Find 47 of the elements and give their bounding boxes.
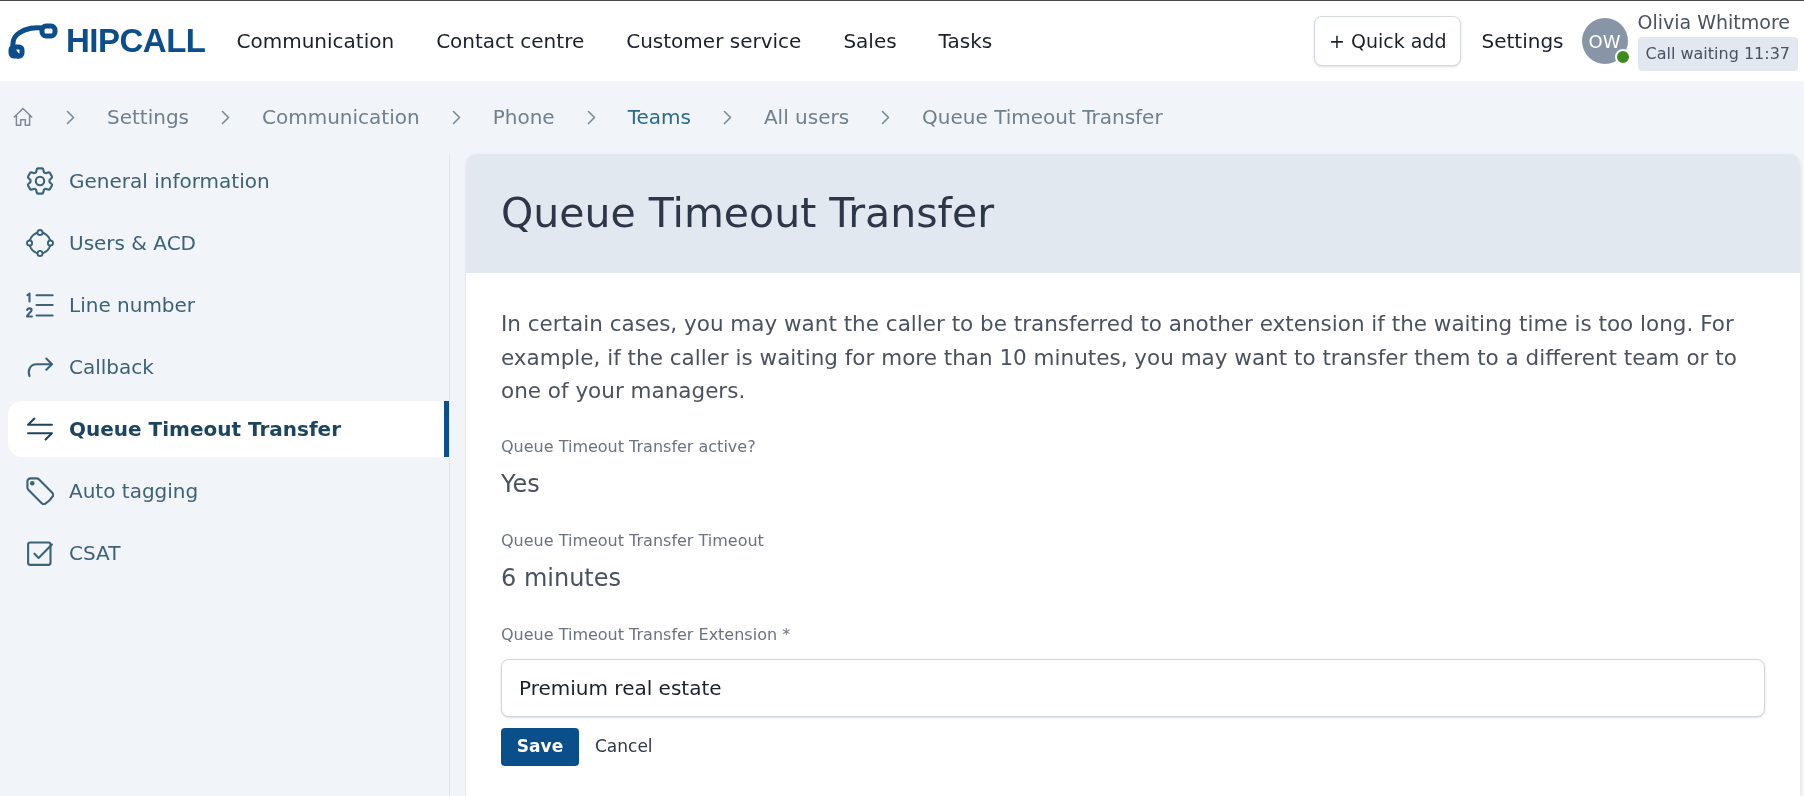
chevron-right-icon bbox=[586, 109, 596, 125]
field-value: Yes bbox=[501, 468, 541, 499]
chevron-right-icon bbox=[881, 109, 891, 125]
user-name: Olivia Whitmore bbox=[1637, 11, 1790, 33]
nav-link[interactable]: Contact centre bbox=[415, 20, 606, 62]
text-input[interactable]: Premium real estate bbox=[501, 658, 1765, 717]
settings-link[interactable]: Settings bbox=[1481, 26, 1564, 56]
chevron-right-icon bbox=[221, 109, 231, 125]
nav-link[interactable]: Sales bbox=[822, 20, 918, 62]
sidebar-item[interactable]: Auto tagging bbox=[8, 463, 449, 519]
field-label: Queue Timeout Transfer Timeout bbox=[501, 531, 765, 550]
sidebar-item[interactable]: Queue Timeout Transfer bbox=[8, 401, 449, 457]
quick-add-button[interactable]: + Quick add bbox=[1313, 16, 1462, 66]
chevron-right-icon bbox=[66, 109, 75, 125]
sidebar-item[interactable]: Line number bbox=[8, 277, 449, 333]
cancel-button[interactable]: Cancel bbox=[595, 733, 653, 760]
breadcrumb-link[interactable]: Queue Timeout Transfer bbox=[922, 102, 1163, 132]
description-text: In certain cases, you may want the caller to be transferred to another extension if the waiting time is too long. For example, if the caller is waiting for more than 10 minutes, you may want to transfer them to a different team or to one of your managers. bbox=[501, 310, 1738, 405]
swap-arrows-icon bbox=[26, 415, 54, 443]
sidebar-item[interactable]: Users & ACD bbox=[8, 215, 449, 271]
nav-link[interactable]: Communication bbox=[215, 20, 416, 62]
field-label: Queue Timeout Transfer active? bbox=[501, 437, 757, 456]
sidebar-item[interactable]: Callback bbox=[8, 339, 449, 395]
breadcrumb-link[interactable]: Communication bbox=[262, 102, 420, 132]
home-icon[interactable] bbox=[12, 106, 34, 128]
checked-square-icon bbox=[26, 539, 54, 567]
tag-icon bbox=[26, 477, 54, 505]
brand-name: HIPCALL bbox=[66, 21, 206, 62]
chevron-right-icon bbox=[722, 109, 732, 125]
save-button[interactable]: Save bbox=[501, 727, 579, 766]
page-title: Queue Timeout Transfer bbox=[501, 187, 995, 239]
numbered-list-icon bbox=[26, 291, 54, 319]
phone-handset-icon bbox=[6, 23, 58, 59]
ring-nodes-icon bbox=[26, 229, 54, 257]
chevron-right-icon bbox=[451, 109, 461, 125]
breadcrumb-link[interactable]: Teams bbox=[627, 102, 691, 132]
field-label: Queue Timeout Transfer Extension * bbox=[501, 625, 792, 644]
sidebar-item[interactable]: General information bbox=[8, 153, 449, 209]
field-value: 6 minutes bbox=[501, 562, 623, 593]
sidebar-item[interactable]: CSAT bbox=[8, 525, 449, 581]
nav-link[interactable]: Customer service bbox=[605, 20, 823, 62]
gear-icon bbox=[26, 167, 54, 195]
status-badge: Call waiting 11:37 bbox=[1637, 37, 1798, 71]
breadcrumb-link[interactable]: Settings bbox=[107, 102, 190, 132]
breadcrumb-link[interactable]: Phone bbox=[492, 102, 555, 132]
breadcrumb-link[interactable]: All users bbox=[763, 102, 850, 132]
nav-link[interactable]: Tasks bbox=[917, 20, 1014, 62]
